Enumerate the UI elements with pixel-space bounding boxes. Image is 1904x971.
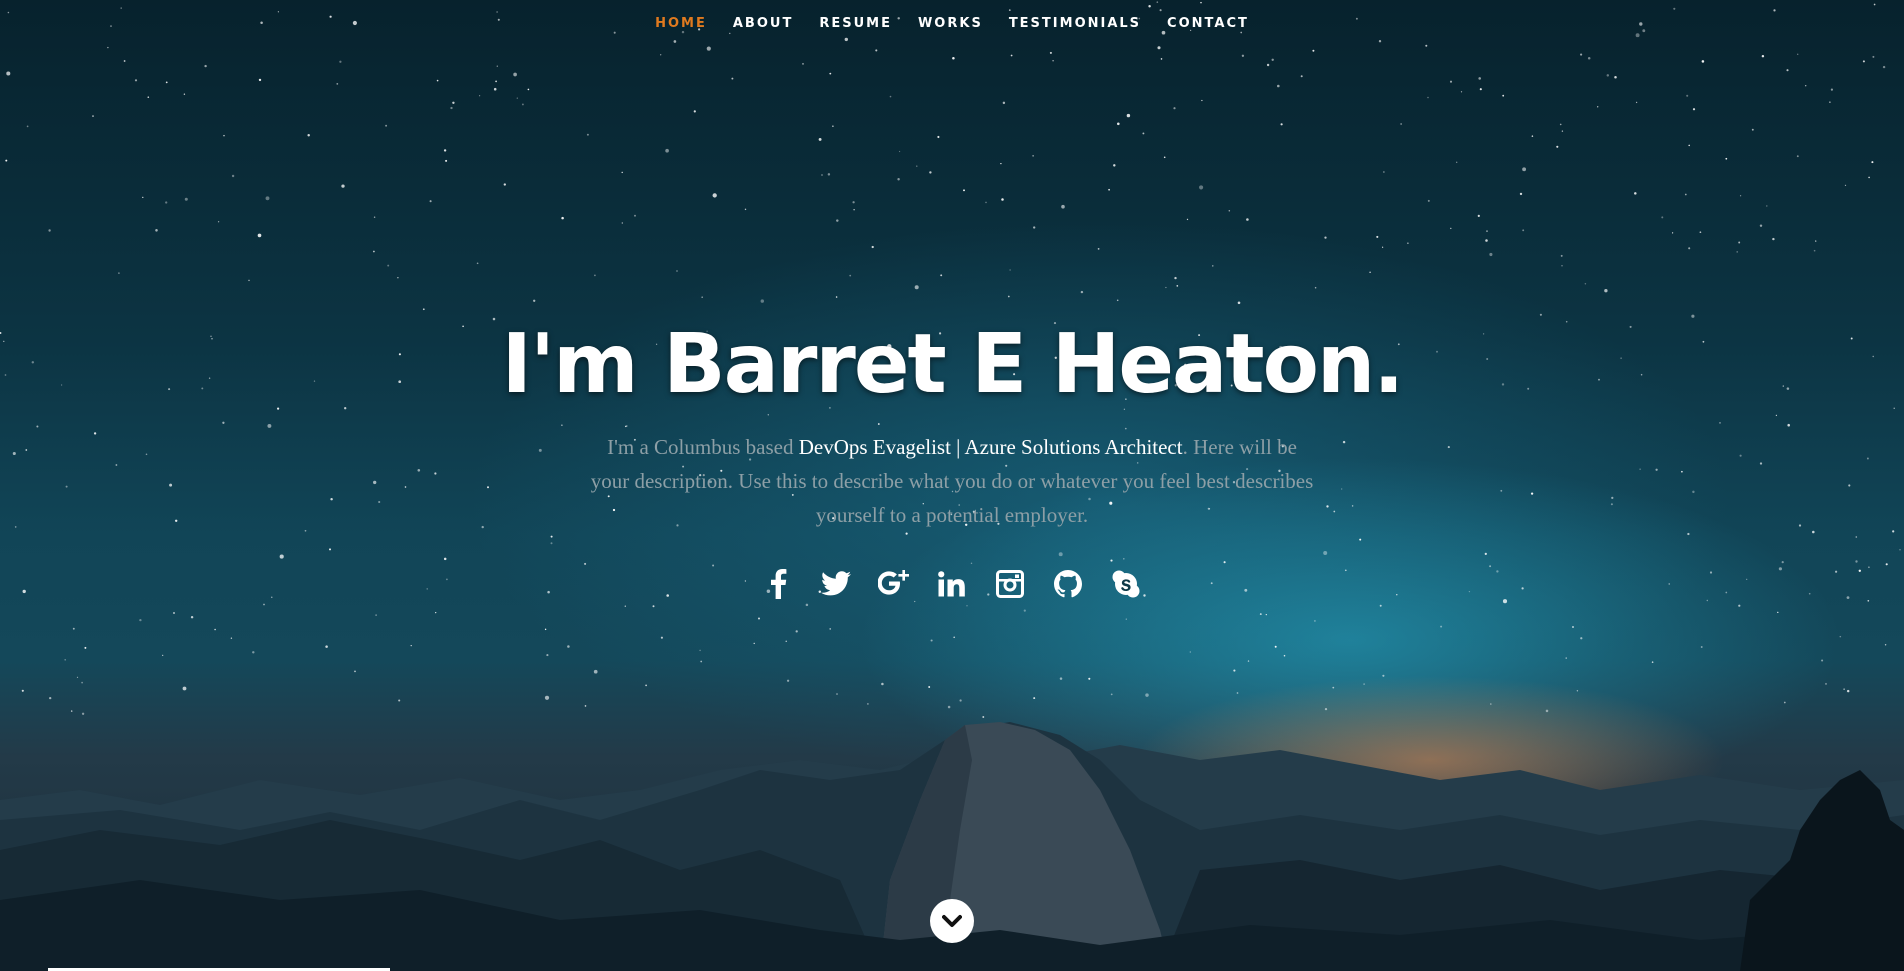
twitter-icon[interactable] [820,568,852,600]
nav-item-contact[interactable]: CONTACT [1154,14,1262,34]
intro-description: I'm a Columbus based DevOps Evagelist | … [587,430,1317,532]
nav-item-testimonials[interactable]: TESTIMONIALS [996,14,1154,34]
page-title: I'm Barret E Heaton. [501,317,1405,412]
google-plus-icon[interactable] [878,568,910,600]
facebook-icon[interactable] [762,568,794,600]
hero-section: HOME ABOUT RESUME WORKS TESTIMONIALS CON… [0,0,1904,971]
desc-highlight: DevOps Evagelist | Azure Solutions Archi… [798,435,1183,459]
linkedin-icon[interactable] [936,568,968,600]
chevron-down-icon [942,915,962,927]
instagram-icon[interactable] [994,568,1026,600]
social-links [0,568,1904,600]
nav-item-resume[interactable]: RESUME [806,14,905,34]
nav-item-about[interactable]: ABOUT [720,14,806,34]
nav-item-home[interactable]: HOME [642,14,720,34]
github-icon[interactable] [1052,568,1084,600]
banner: I'm Barret E Heaton. I'm a Columbus base… [0,310,1904,600]
skype-icon[interactable] [1110,568,1142,600]
main-nav: HOME ABOUT RESUME WORKS TESTIMONIALS CON… [0,14,1904,34]
scroll-down-button[interactable] [930,899,974,943]
desc-prefix: I'm a Columbus based [607,435,799,459]
nav-item-works[interactable]: WORKS [905,14,996,34]
